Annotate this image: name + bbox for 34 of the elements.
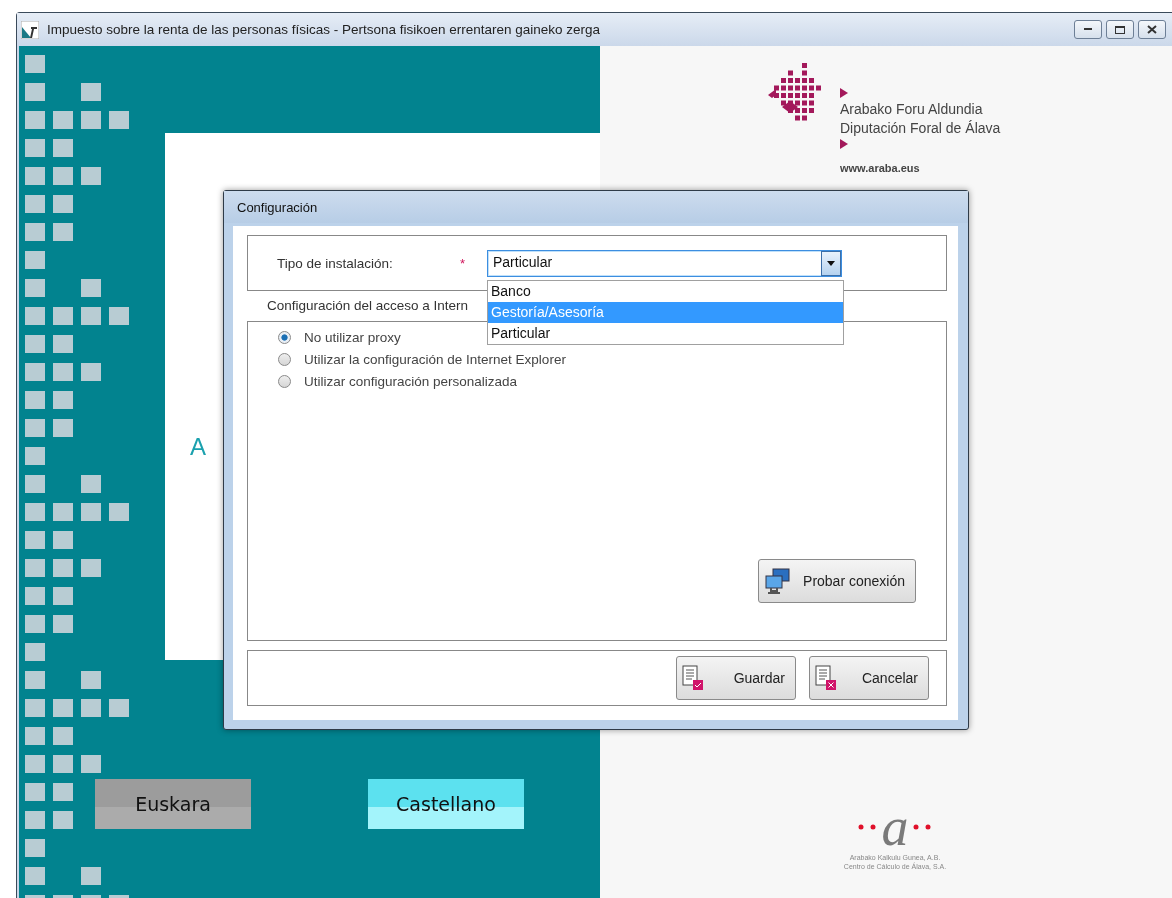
brand-text: Arabako Foru Aldundia — [840, 101, 984, 117]
triangle-icon — [840, 88, 848, 98]
minimize-button[interactable] — [1074, 20, 1102, 39]
dots-icon — [857, 824, 878, 830]
window-title: Impuesto sobre la renta de las personas físicas - Pertsona fisikoen errentaren gaineko zerga — [47, 22, 601, 37]
close-icon — [1147, 25, 1157, 34]
website-url: www.araba.eus — [840, 162, 921, 174]
document-check-icon — [682, 665, 704, 691]
radio-option[interactable]: No utilizar proxy — [278, 330, 401, 345]
close-button[interactable] — [1138, 20, 1166, 39]
triangle-icon — [840, 139, 848, 149]
save-button[interactable]: Guardar — [676, 656, 796, 700]
test-connection-button[interactable]: Probar conexión — [758, 559, 916, 603]
language-button[interactable]: Castellano — [368, 779, 524, 829]
section-label: Configuración del acceso a Intern — [267, 298, 469, 315]
required-mark: * — [460, 255, 467, 271]
app-icon — [21, 20, 39, 39]
splash-heading: A — [190, 433, 212, 460]
maximize-button[interactable] — [1106, 20, 1134, 39]
dots-icon — [912, 824, 933, 830]
logo-letter: a — [881, 802, 909, 852]
cancel-button[interactable]: Cancelar — [809, 656, 929, 700]
radio-option[interactable]: Utilizar configuración personalizada — [278, 374, 518, 389]
radio-option[interactable]: Utilizar la configuración de Internet Explorer — [278, 352, 566, 367]
caret-icon — [827, 260, 835, 266]
maximize-icon — [1115, 25, 1125, 34]
dropdown-button[interactable] — [821, 250, 841, 276]
language-button[interactable]: Euskara — [95, 779, 251, 829]
document-cross-icon — [815, 665, 837, 691]
minimize-icon — [1084, 28, 1092, 31]
field-label: Tipo de instalación: — [277, 255, 394, 271]
computers-icon — [764, 567, 792, 595]
brand-text: Diputación Foral de Álava — [840, 120, 1001, 136]
dialog-title: Configuración — [224, 191, 968, 223]
